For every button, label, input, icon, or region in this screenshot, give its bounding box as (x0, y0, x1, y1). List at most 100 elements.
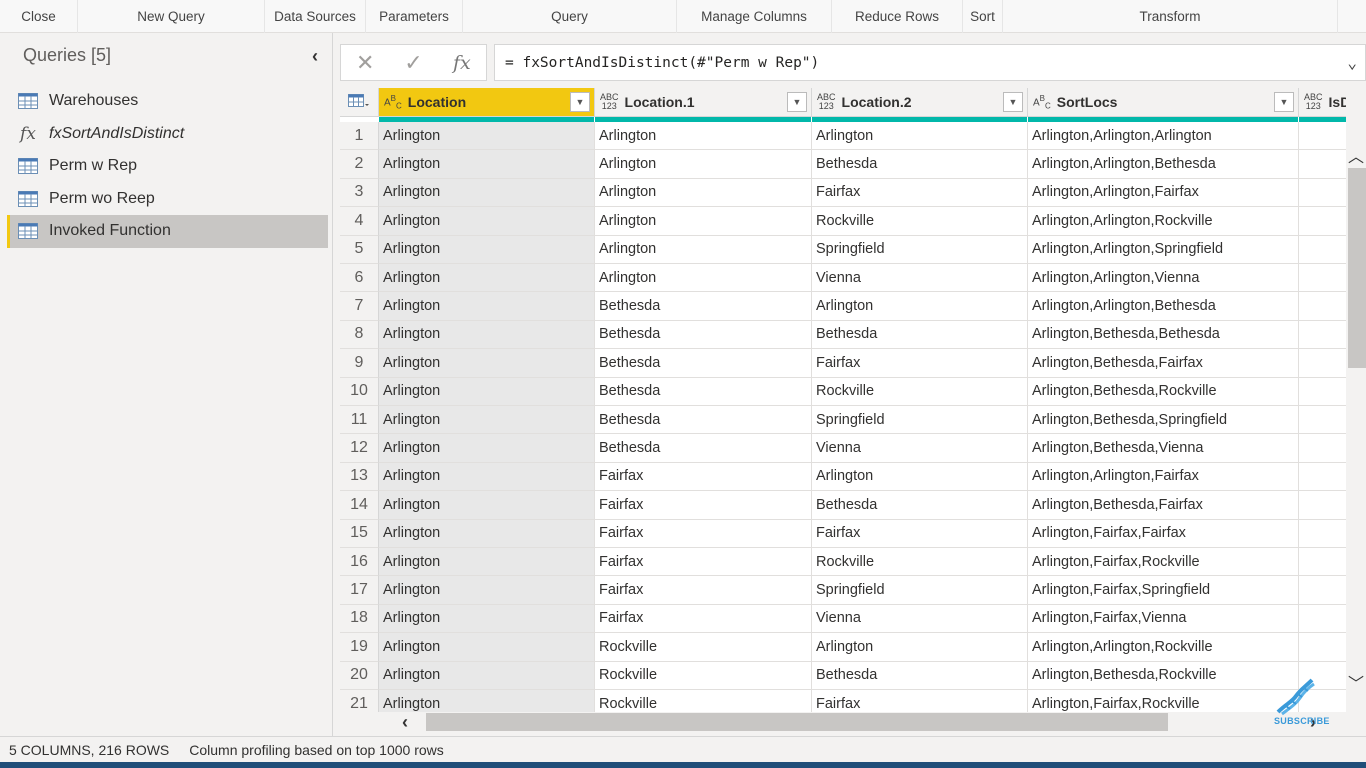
collapse-pane-button[interactable]: ‹ (305, 45, 325, 67)
table-cell[interactable]: Arlington (595, 178, 812, 208)
table-cell[interactable]: Arlington (379, 122, 595, 151)
table-row[interactable]: 3 Arlington Arlington Fairfax Arlington,Arli… (340, 178, 1346, 208)
table-cell[interactable]: Arlington,Fairfax,Rockville (1028, 548, 1299, 577)
row-number[interactable]: 6 (340, 264, 379, 293)
table-cell[interactable]: Fairfax (595, 548, 812, 577)
ribbon-group-reduce-rows[interactable]: Reduce Rows (832, 0, 963, 33)
table-cell[interactable] (1299, 321, 1346, 350)
row-number[interactable]: 2 (340, 150, 379, 179)
table-cell[interactable]: Vienna (812, 264, 1028, 293)
column-header-location-1[interactable]: ABC 123 Location.1 ▼ (595, 88, 812, 117)
table-cell[interactable]: Bethesda (595, 406, 812, 435)
table-cell[interactable]: Rockville (812, 548, 1028, 577)
query-item-invoked-function[interactable]: Invoked Function (7, 215, 328, 248)
ribbon-group-query[interactable]: Query (463, 0, 677, 33)
chevron-left-icon[interactable]: ‹ (402, 712, 408, 733)
table-cell[interactable]: Arlington (379, 519, 595, 548)
row-number[interactable]: 8 (340, 320, 379, 350)
column-filter-dropdown[interactable]: ▼ (570, 92, 590, 112)
row-number[interactable]: 4 (340, 207, 379, 236)
chevron-down-icon[interactable]: ﹀ (1346, 670, 1366, 694)
table-cell[interactable]: Arlington (379, 292, 595, 321)
table-cell[interactable]: Arlington (379, 462, 595, 492)
table-cell[interactable]: Arlington,Arlington,Bethesda (1028, 292, 1299, 321)
table-cell[interactable]: Arlington (379, 491, 595, 520)
table-row[interactable]: 7 Arlington Bethesda Arlington Arlington,Arl… (340, 292, 1346, 321)
table-cell[interactable]: Fairfax (595, 576, 812, 605)
table-cell[interactable] (1299, 520, 1346, 548)
table-row[interactable]: 21 Arlington Rockville Fairfax Arlington,Fai… (340, 690, 1346, 712)
table-row[interactable]: 17 Arlington Fairfax Springfield Arlington,F… (340, 576, 1346, 605)
table-cell[interactable]: Springfield (812, 235, 1028, 264)
table-row[interactable]: 19 Arlington Rockville Arlington Arlington,A… (340, 633, 1346, 662)
table-cell[interactable]: Arlington (379, 349, 595, 378)
row-number[interactable]: 15 (340, 519, 379, 548)
table-cell[interactable]: Arlington (379, 548, 595, 577)
table-row[interactable]: 15 Arlington Fairfax Fairfax Arlington,Fairf… (340, 519, 1346, 548)
row-number[interactable]: 21 (340, 690, 379, 712)
table-cell[interactable]: Bethesda (812, 661, 1028, 690)
table-cell[interactable]: Arlington (379, 207, 595, 236)
table-cell[interactable]: Arlington (379, 576, 595, 605)
function-icon[interactable]: fx (438, 52, 486, 74)
table-cell[interactable]: Arlington,Bethesda,Fairfax (1028, 491, 1299, 520)
table-cell[interactable]: Arlington (379, 434, 595, 463)
row-number[interactable]: 19 (340, 633, 379, 662)
commit-icon[interactable]: ✓ (389, 50, 437, 76)
row-number[interactable]: 18 (340, 604, 379, 634)
table-cell[interactable]: Bethesda (595, 349, 812, 378)
table-cell[interactable]: Rockville (812, 207, 1028, 236)
table-cell[interactable]: Arlington,Bethesda,Rockville (1028, 377, 1299, 406)
table-cell[interactable]: Arlington (379, 633, 595, 662)
table-row[interactable]: 9 Arlington Bethesda Fairfax Arlington,Bethe… (340, 349, 1346, 378)
table-cell[interactable] (1299, 491, 1346, 520)
table-cell[interactable]: Fairfax (812, 519, 1028, 548)
column-filter-dropdown[interactable]: ▼ (787, 92, 807, 112)
table-cell[interactable]: Arlington,Bethesda,Rockville (1028, 661, 1299, 690)
table-cell[interactable]: Arlington,Fairfax,Fairfax (1028, 519, 1299, 548)
table-cell[interactable] (1299, 179, 1346, 208)
table-row[interactable]: 14 Arlington Fairfax Bethesda Arlington,Beth… (340, 491, 1346, 520)
table-cell[interactable]: Fairfax (595, 519, 812, 548)
table-cell[interactable] (1299, 292, 1346, 321)
table-cell[interactable]: Springfield (812, 576, 1028, 605)
table-cell[interactable]: Bethesda (595, 434, 812, 463)
row-number[interactable]: 5 (340, 235, 379, 264)
table-cell[interactable]: Arlington (595, 264, 812, 293)
table-cell[interactable]: Springfield (812, 406, 1028, 435)
table-row[interactable]: 4 Arlington Arlington Rockville Arlington,Ar… (340, 207, 1346, 236)
ribbon-group-close[interactable]: Close (0, 0, 78, 33)
table-cell[interactable]: Arlington (812, 633, 1028, 662)
table-cell[interactable]: Vienna (812, 604, 1028, 634)
table-cell[interactable]: Arlington,Arlington,Fairfax (1028, 462, 1299, 492)
table-cell[interactable] (1299, 122, 1346, 151)
table-cell[interactable]: Arlington,Arlington,Arlington (1028, 122, 1299, 151)
table-cell[interactable]: Arlington,Arlington,Rockville (1028, 207, 1299, 236)
table-cell[interactable]: Arlington (379, 150, 595, 179)
ribbon-group-data-sources[interactable]: Data Sources (265, 0, 366, 33)
table-cell[interactable]: Arlington (595, 207, 812, 236)
table-cell[interactable]: Arlington,Bethesda,Fairfax (1028, 349, 1299, 378)
chevron-down-icon[interactable]: ⌄ (1347, 53, 1357, 72)
query-item-perm-w-rep[interactable]: Perm w Rep (7, 150, 328, 183)
table-row[interactable]: 5 Arlington Arlington Springfield Arlington,… (340, 235, 1346, 264)
horizontal-scroll-thumb[interactable] (426, 713, 1168, 731)
query-item-perm-wo-reep[interactable]: Perm wo Reep (7, 183, 328, 216)
cancel-icon[interactable]: ✕ (341, 50, 389, 76)
horizontal-scrollbar[interactable]: ‹ › (380, 712, 1346, 732)
table-cell[interactable] (1299, 349, 1346, 378)
column-filter-dropdown[interactable]: ▼ (1274, 92, 1294, 112)
row-number[interactable]: 12 (340, 434, 379, 463)
table-row[interactable]: 2 Arlington Arlington Bethesda Arlington,Arl… (340, 150, 1346, 179)
column-header-location-2[interactable]: ABC 123 Location.2 ▼ (812, 88, 1028, 117)
table-cell[interactable]: Arlington (595, 122, 812, 151)
table-cell[interactable] (1299, 207, 1346, 236)
column-header-isdist[interactable]: ABC123 IsDist (1299, 88, 1346, 117)
table-cell[interactable] (1299, 378, 1346, 406)
table-cell[interactable] (1299, 605, 1346, 634)
table-row[interactable]: 8 Arlington Bethesda Bethesda Arlington,Beth… (340, 320, 1346, 350)
vertical-scrollbar[interactable]: ︿ ﹀ (1346, 88, 1366, 712)
table-cell[interactable]: Fairfax (812, 349, 1028, 378)
table-cell[interactable]: Bethesda (595, 292, 812, 321)
vertical-scroll-thumb[interactable] (1348, 168, 1366, 368)
